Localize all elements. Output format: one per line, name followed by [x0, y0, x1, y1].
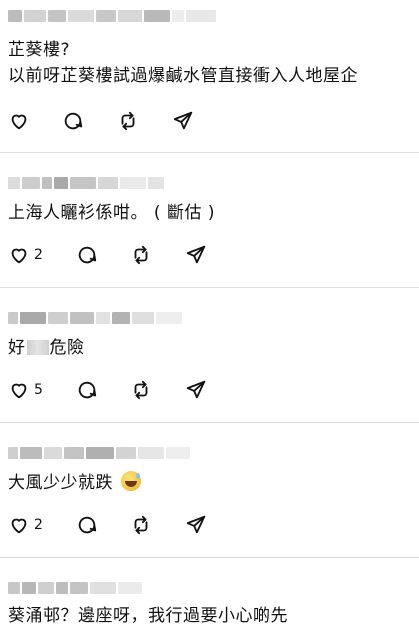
- repost-icon: [134, 245, 148, 265]
- comment-icon: [78, 516, 97, 534]
- share-button[interactable]: [185, 512, 207, 538]
- share-button[interactable]: [185, 242, 207, 268]
- heart-icon: [11, 248, 27, 264]
- repost-button[interactable]: [130, 377, 152, 403]
- comment-text-line: 上海人曬衫係咁。 ( 斷估 ): [8, 203, 215, 223]
- repost-button[interactable]: [130, 512, 152, 538]
- like-count: 2: [34, 517, 43, 533]
- comment-text-line: 以前呀芷葵樓試過爆鹹水管直接衝入人地屋企: [8, 66, 358, 86]
- comment-feed: 芷葵樓? 以前呀芷葵樓試過爆鹹水管直接衝入人地屋企 上海人曬衫係咁。 (斷估 …: [0, 0, 419, 632]
- reply-button[interactable]: [76, 512, 98, 538]
- action-bar: 2: [0, 242, 419, 268]
- repost-button[interactable]: [130, 242, 152, 268]
- comment-text: 大風少少就跌: [8, 473, 113, 493]
- comment-post: 大風少少就跌 2: [0, 423, 419, 558]
- repost-icon: [121, 111, 135, 131]
- comment-text-start: 好: [8, 338, 26, 358]
- heart-icon: [11, 518, 27, 534]
- comment-text-line: 好 危險: [8, 336, 85, 360]
- share-button[interactable]: [172, 108, 194, 134]
- comment-text-line: 葵涌邨？邊座呀，我行過要小心啲先: [8, 606, 288, 626]
- like-button[interactable]: [8, 108, 30, 134]
- comment-post: 芷葵樓? 以前呀芷葵樓試過爆鹹水管直接衝入人地屋企: [0, 0, 419, 153]
- like-button[interactable]: 5: [8, 377, 43, 403]
- username-redacted[interactable]: [8, 312, 182, 324]
- repost-icon: [134, 515, 148, 535]
- comment-icon: [64, 112, 83, 130]
- like-button[interactable]: 2: [8, 512, 43, 538]
- username-redacted[interactable]: [8, 10, 216, 22]
- share-button[interactable]: [185, 377, 207, 403]
- comment-post: 上海人曬衫係咁。 ( 斷估 ) 2: [0, 153, 419, 288]
- comment-text-line: 芷葵樓?: [8, 40, 71, 60]
- action-bar: [0, 108, 419, 134]
- reply-button[interactable]: [62, 108, 84, 134]
- comment-icon: [78, 381, 97, 399]
- reply-button[interactable]: [76, 242, 98, 268]
- like-count: 5: [34, 382, 43, 398]
- username-redacted[interactable]: [8, 582, 142, 594]
- repost-button[interactable]: [117, 108, 139, 134]
- repost-icon: [134, 380, 148, 400]
- comment-text-line: 大風少少就跌: [8, 471, 141, 495]
- comment-icon: [78, 246, 97, 264]
- send-icon: [186, 380, 206, 399]
- send-icon: [186, 245, 206, 264]
- send-icon: [186, 515, 206, 534]
- reply-button[interactable]: [76, 377, 98, 403]
- like-count: 2: [34, 247, 43, 263]
- like-button[interactable]: 2: [8, 242, 43, 268]
- action-bar: 5: [0, 377, 419, 403]
- username-redacted[interactable]: [8, 177, 164, 189]
- send-icon: [173, 111, 193, 130]
- sweat-smile-emoji: [120, 471, 141, 491]
- action-bar: 2: [0, 512, 419, 538]
- comment-text-end: 危險: [49, 338, 85, 358]
- redacted-word: [26, 340, 49, 355]
- comment-post: 葵涌邨？邊座呀，我行過要小心啲先: [0, 558, 419, 632]
- heart-icon: [11, 114, 27, 130]
- heart-icon: [11, 383, 27, 399]
- username-redacted[interactable]: [8, 447, 190, 459]
- comment-post: 好 危險 5: [0, 288, 419, 423]
